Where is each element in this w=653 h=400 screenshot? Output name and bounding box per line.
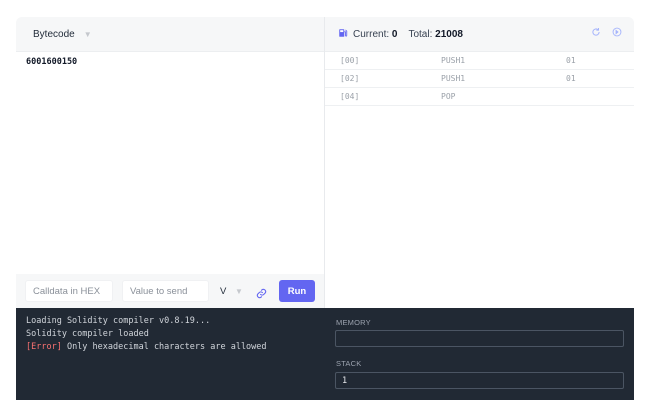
- console-output: Loading Solidity compiler v0.8.19... Sol…: [26, 315, 267, 354]
- opcode-name: PUSH1: [441, 56, 466, 65]
- stack-box: 1: [335, 372, 624, 389]
- opcode-name: POP: [441, 92, 456, 101]
- opcode-pc: [00]: [340, 56, 360, 65]
- console-line: Solidity compiler loaded: [26, 328, 267, 341]
- memory-box: [335, 330, 624, 347]
- memory-label: MEMORY: [336, 318, 371, 327]
- reset-icon[interactable]: [591, 27, 601, 40]
- stack-label: STACK: [336, 359, 362, 368]
- language-label: Bytecode: [33, 28, 75, 40]
- console-line-text: Solidity compiler loaded: [26, 329, 149, 339]
- unit-select[interactable]: V ▼: [220, 286, 243, 297]
- opcode-pc: [02]: [340, 74, 360, 83]
- run-button[interactable]: Run: [279, 280, 315, 302]
- total-label: Total:: [408, 28, 433, 40]
- bytecode-editor[interactable]: 6001600150: [16, 52, 324, 72]
- value-input[interactable]: [122, 280, 209, 302]
- current-value: 0: [391, 28, 398, 40]
- editor-panel: Bytecode ▼ 6001600150 V ▼: [16, 17, 325, 308]
- opcode-row: [02] PUSH1 01: [325, 70, 634, 88]
- opcode-row: [00] PUSH1 01: [325, 52, 634, 70]
- current-label: Current:: [353, 28, 390, 40]
- opcode-row: [04] POP: [325, 88, 634, 106]
- console-error-line: [Error] Only hexadecimal characters are …: [26, 341, 267, 354]
- console-line-text: Only hexadecimal characters are allowed: [61, 342, 267, 352]
- console-line-text: Loading Solidity compiler v0.8.19...: [26, 316, 211, 326]
- share-link-icon[interactable]: [256, 286, 267, 304]
- language-selector[interactable]: Bytecode ▼: [16, 17, 324, 52]
- total-gas: Total: 21008: [408, 29, 463, 40]
- current-gas: Current: 0: [353, 29, 397, 40]
- chevron-down-icon: ▼: [83, 29, 92, 39]
- opcode-name: PUSH1: [441, 74, 466, 83]
- calldata-input[interactable]: [25, 280, 113, 302]
- unit-label: V: [220, 286, 227, 297]
- evm-playground: Bytecode ▼ 6001600150 V ▼ Run: [16, 17, 634, 400]
- execution-controls: [591, 27, 622, 40]
- error-tag: [Error]: [26, 342, 62, 352]
- run-toolbar: V ▼: [16, 274, 324, 308]
- console-panel: Loading Solidity compiler v0.8.19... Sol…: [16, 308, 634, 400]
- opcode-value: 01: [566, 74, 576, 83]
- opcode-pc: [04]: [340, 92, 360, 101]
- step-icon[interactable]: [612, 27, 622, 40]
- opcode-value: 01: [566, 56, 576, 65]
- chevron-down-icon: ▼: [234, 287, 243, 296]
- gas-pump-icon: [338, 28, 348, 41]
- execution-header: Current: 0 Total: 21008: [325, 17, 634, 52]
- execution-panel: Current: 0 Total: 21008 [00] PUSH1 01 [0…: [325, 17, 634, 308]
- total-value: 21008: [435, 28, 463, 40]
- console-line: Loading Solidity compiler v0.8.19...: [26, 315, 267, 328]
